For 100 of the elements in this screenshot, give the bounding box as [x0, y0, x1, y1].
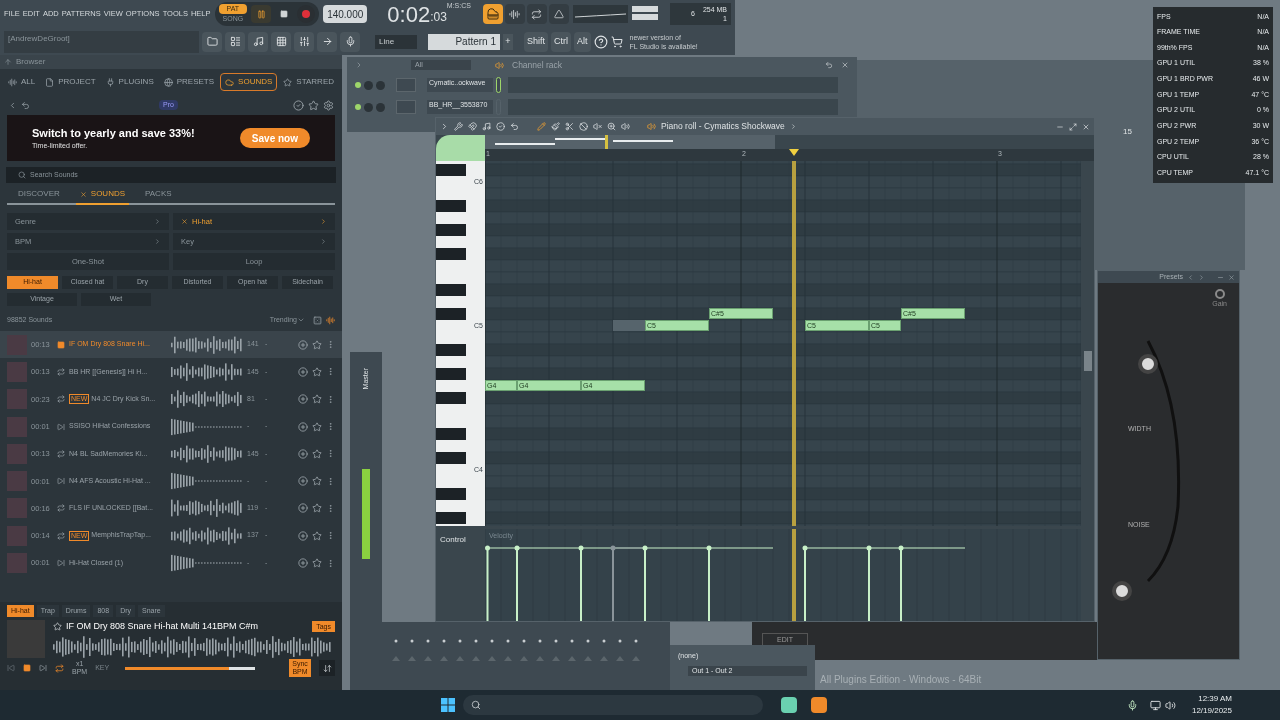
- speaker-icon[interactable]: [495, 60, 504, 70]
- undo-icon[interactable]: [825, 61, 833, 69]
- stop-icon[interactable]: [280, 10, 289, 18]
- dial-handle[interactable]: [1112, 581, 1132, 601]
- loop-icon[interactable]: [531, 8, 543, 20]
- stop-icon[interactable]: [57, 340, 65, 349]
- toolbar-button[interactable]: [294, 31, 314, 52]
- add-pattern-button[interactable]: +: [503, 33, 513, 50]
- caret-icon[interactable]: [154, 218, 161, 225]
- modifier-key-button[interactable]: Ctrl: [551, 31, 571, 52]
- microphone-icon[interactable]: [1126, 699, 1138, 711]
- toolbar-icon[interactable]: [482, 122, 491, 131]
- expand-icon[interactable]: [355, 61, 363, 69]
- previous-icon[interactable]: [1187, 273, 1194, 281]
- toolbar-icon[interactable]: [621, 122, 630, 131]
- pause-icon[interactable]: [256, 9, 266, 19]
- arrow-icon[interactable]: [321, 36, 333, 47]
- display-icon[interactable]: [1149, 699, 1161, 711]
- app-icon[interactable]: [811, 697, 827, 713]
- more-icon[interactable]: [326, 367, 335, 377]
- toolbar-button[interactable]: [526, 4, 547, 24]
- modifier-key-button[interactable]: Shift: [524, 31, 548, 52]
- section-tab[interactable]: PACKS: [141, 188, 176, 203]
- more-icon[interactable]: [326, 449, 335, 459]
- stop-icon[interactable]: [23, 664, 31, 672]
- playhead-marker-icon[interactable]: [788, 149, 799, 156]
- browser-tab[interactable]: SOUNDS: [220, 73, 278, 91]
- globe-icon[interactable]: [163, 77, 173, 87]
- close-icon[interactable]: [79, 190, 87, 198]
- toolbar-button[interactable]: [340, 31, 360, 52]
- folder-icon[interactable]: [206, 36, 218, 47]
- star-icon[interactable]: [312, 421, 322, 432]
- more-icon[interactable]: [326, 531, 335, 541]
- close-icon[interactable]: [1082, 122, 1090, 131]
- clock-time[interactable]: 12:39 AM: [1198, 693, 1232, 705]
- velocity-stem[interactable]: [866, 545, 902, 621]
- add-icon[interactable]: [298, 476, 308, 487]
- star-icon[interactable]: [312, 530, 322, 541]
- mixer-track-field[interactable]: [396, 78, 416, 92]
- star-icon[interactable]: [312, 476, 322, 487]
- tempo-field[interactable]: 140.000: [323, 5, 368, 23]
- next-icon[interactable]: [1198, 273, 1205, 281]
- toolbar-button[interactable]: [504, 4, 525, 24]
- section-tab[interactable]: DISCOVER: [14, 188, 64, 203]
- app-icon[interactable]: [781, 697, 797, 713]
- toolbar-icon[interactable]: [440, 122, 449, 131]
- toolbar-icon[interactable]: [565, 122, 574, 131]
- file-icon[interactable]: [45, 77, 55, 87]
- clock-date[interactable]: 12/19/2025: [1191, 705, 1232, 717]
- add-icon[interactable]: [298, 530, 308, 541]
- toolbar-icon[interactable]: [551, 122, 560, 131]
- toolbar-icon[interactable]: [510, 122, 519, 131]
- star-icon[interactable]: [312, 558, 322, 568]
- scrollbar-thumb[interactable]: [1083, 351, 1092, 371]
- browser-tab[interactable]: PROJECT: [41, 73, 100, 91]
- settings-icon[interactable]: [323, 99, 334, 111]
- pattern-overview-drawing[interactable]: [485, 135, 775, 149]
- list-icon[interactable]: [229, 36, 241, 47]
- velocity-stem[interactable]: [706, 545, 774, 621]
- volume-icon[interactable]: [1164, 699, 1176, 711]
- search-icon[interactable]: [471, 700, 481, 710]
- star-icon[interactable]: [312, 448, 322, 459]
- dice-icon[interactable]: [313, 315, 322, 325]
- triangle-icon[interactable]: [553, 9, 564, 19]
- velocity-stem[interactable]: [898, 545, 966, 621]
- star-icon[interactable]: [312, 503, 322, 514]
- add-icon[interactable]: [298, 448, 308, 459]
- modifier-key-button[interactable]: Alt: [574, 31, 591, 52]
- check-icon[interactable]: [293, 99, 304, 111]
- loop-icon[interactable]: [55, 663, 64, 673]
- caret-icon[interactable]: [320, 238, 327, 245]
- tool-selector[interactable]: [436, 135, 485, 161]
- caret-icon[interactable]: [154, 238, 161, 245]
- note-icon[interactable]: [252, 36, 264, 47]
- cart-icon[interactable]: [610, 35, 623, 48]
- more-icon[interactable]: [326, 476, 335, 486]
- more-icon[interactable]: [326, 503, 335, 513]
- toolbar-icon[interactable]: [593, 122, 602, 131]
- add-icon[interactable]: [298, 503, 308, 514]
- maximize-icon[interactable]: [1069, 122, 1077, 131]
- close-icon[interactable]: [181, 218, 188, 225]
- caret-icon[interactable]: [297, 316, 305, 324]
- add-icon[interactable]: [298, 394, 308, 405]
- waveform-icon[interactable]: [509, 8, 521, 20]
- gain-knob[interactable]: [1215, 289, 1225, 299]
- toolbar-icon[interactable]: [537, 122, 546, 131]
- star-icon[interactable]: [312, 394, 322, 405]
- taskbar-search-field[interactable]: [463, 695, 763, 715]
- channel-led[interactable]: [355, 104, 361, 110]
- close-icon[interactable]: [1228, 273, 1235, 281]
- mixer-track-field[interactable]: [396, 100, 416, 114]
- caret-icon[interactable]: [789, 123, 797, 130]
- star-icon[interactable]: [312, 339, 322, 350]
- toolbar-button[interactable]: [317, 31, 337, 52]
- back-icon[interactable]: [8, 100, 17, 110]
- pattern-selector[interactable]: Pattern 1: [428, 33, 500, 50]
- toolbar-button[interactable]: [202, 31, 222, 52]
- star-icon[interactable]: [283, 77, 293, 87]
- sliders-icon[interactable]: [298, 36, 310, 47]
- toolbar-button[interactable]: [548, 4, 569, 24]
